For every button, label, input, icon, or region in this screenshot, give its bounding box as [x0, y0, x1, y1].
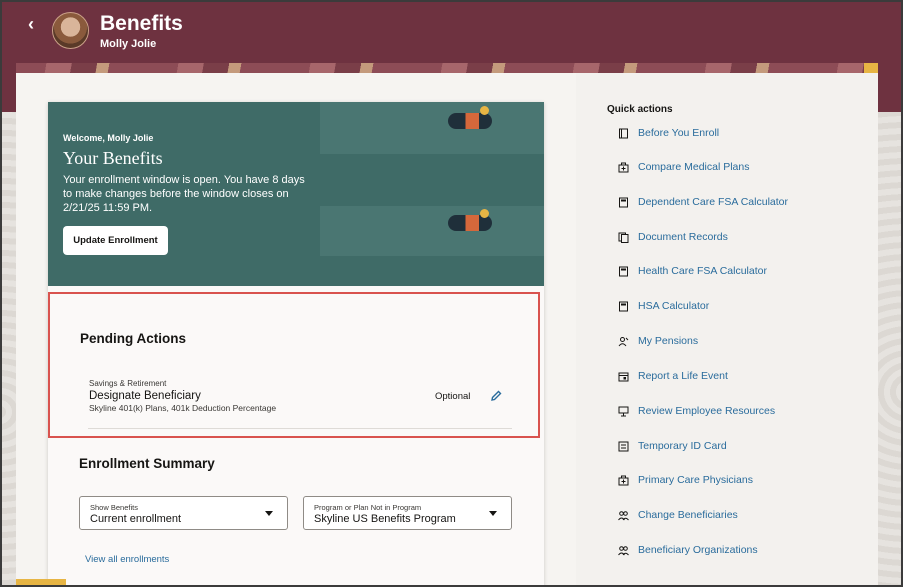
medical-bag-icon: [618, 162, 629, 173]
calendar-icon: [618, 372, 629, 382]
pending-item-title: Designate Beneficiary: [89, 390, 201, 402]
hero-decorative-stripe: [320, 206, 544, 256]
quick-action-hsa-calculator[interactable]: HSA Calculator: [618, 299, 868, 315]
quick-action-label: Health Care FSA Calculator: [638, 265, 767, 277]
quick-action-label: Report a Life Event: [638, 370, 728, 382]
show-benefits-select[interactable]: Show Benefits Current enrollment: [79, 496, 288, 530]
bottom-accent-strip: [16, 579, 66, 587]
pending-item-category: Savings & Retirement: [89, 379, 167, 388]
quick-action-dependent-care-fsa-calculator[interactable]: Dependent Care FSA Calculator: [618, 195, 868, 211]
sun-illustration: [480, 209, 489, 218]
quick-action-label: Temporary ID Card: [638, 440, 727, 452]
quick-action-health-care-fsa-calculator[interactable]: Health Care FSA Calculator: [618, 264, 868, 280]
quick-action-label: Beneficiary Organizations: [638, 544, 758, 556]
enrollment-hero-banner: Welcome, Molly Jolie Your Benefits Your …: [48, 102, 544, 286]
header-decorative-pattern: [16, 63, 878, 73]
quick-action-label: Compare Medical Plans: [638, 161, 750, 173]
resources-icon: [618, 406, 629, 417]
benefits-main-card: Welcome, Molly Jolie Your Benefits Your …: [48, 102, 544, 587]
people-icon: [618, 546, 629, 556]
quick-action-primary-care-physicians[interactable]: Primary Care Physicians: [618, 473, 868, 489]
select-value: Skyline US Benefits Program: [314, 513, 456, 525]
quick-action-label: HSA Calculator: [638, 300, 710, 312]
sun-illustration: [480, 106, 489, 115]
back-chevron-icon[interactable]: ‹: [28, 14, 44, 34]
background-pattern-left: [0, 112, 16, 587]
quick-action-label: Before You Enroll: [638, 127, 720, 139]
quick-action-label: My Pensions: [638, 335, 699, 347]
person-icon: [618, 337, 629, 347]
quick-action-label: Change Beneficiaries: [638, 509, 738, 521]
hero-decorative-stripe: [320, 102, 544, 154]
welcome-greeting: Welcome, Molly Jolie: [63, 133, 154, 143]
quick-action-label: Primary Care Physicians: [638, 474, 753, 486]
hero-heading: Your Benefits: [63, 148, 163, 168]
enrollment-summary-title: Enrollment Summary: [79, 456, 215, 471]
calculator-icon: [619, 266, 628, 277]
quick-action-review-employee-resources[interactable]: Review Employee Resources: [618, 404, 868, 420]
pattern-accent: [864, 63, 878, 73]
enrollment-window-message: Your enrollment window is open. You have…: [63, 174, 305, 214]
program-select[interactable]: Program or Plan Not in Program Skyline U…: [303, 496, 512, 530]
id-card-icon: [618, 441, 629, 452]
quick-action-label: Document Records: [638, 231, 728, 243]
quick-action-temporary-id-card[interactable]: Temporary ID Card: [618, 439, 868, 455]
document-icon: [619, 128, 628, 139]
user-name: Molly Jolie: [100, 38, 157, 50]
medical-bag-icon: [618, 475, 629, 486]
select-label: Show Benefits: [90, 503, 138, 512]
select-label: Program or Plan Not in Program: [314, 503, 422, 512]
view-all-enrollments-link[interactable]: View all enrollments: [85, 554, 169, 565]
calculator-icon: [619, 197, 628, 208]
select-value: Current enrollment: [90, 513, 182, 525]
quick-action-label: Dependent Care FSA Calculator: [638, 196, 788, 208]
pending-item-status: Optional: [435, 391, 471, 402]
quick-actions-title: Quick actions: [607, 104, 673, 115]
people-icon: [618, 511, 629, 521]
pending-item-subtitle: Skyline 401(k) Plans, 401k Deduction Per…: [89, 403, 277, 413]
quick-action-beneficiary-organizations[interactable]: Beneficiary Organizations: [618, 543, 868, 559]
documents-icon: [618, 232, 629, 243]
quick-action-change-beneficiaries[interactable]: Change Beneficiaries: [618, 508, 868, 524]
quick-action-before-you-enroll[interactable]: Before You Enroll: [618, 126, 868, 142]
row-divider: [88, 428, 512, 429]
background-pattern-right: [878, 112, 903, 587]
quick-action-my-pensions[interactable]: My Pensions: [618, 334, 868, 350]
quick-action-label: Review Employee Resources: [638, 405, 776, 417]
pending-actions-title: Pending Actions: [80, 331, 187, 346]
calculator-icon: [619, 301, 628, 312]
avatar[interactable]: [52, 12, 89, 49]
caret-down-icon: [489, 511, 497, 516]
quick-action-report-a-life-event[interactable]: Report a Life Event: [618, 369, 868, 385]
swimmer-illustration: [448, 113, 492, 129]
update-enrollment-button[interactable]: Update Enrollment: [63, 226, 168, 255]
quick-action-document-records[interactable]: Document Records: [618, 230, 868, 246]
quick-action-compare-medical-plans[interactable]: Compare Medical Plans: [618, 160, 868, 176]
edit-pencil-icon[interactable]: [489, 389, 503, 403]
page-title: Benefits: [100, 12, 183, 35]
caret-down-icon: [265, 511, 273, 516]
